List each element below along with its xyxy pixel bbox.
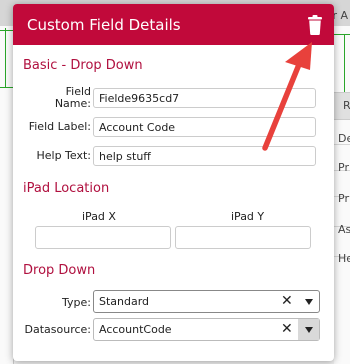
annotation-arrow: [262, 42, 312, 151]
